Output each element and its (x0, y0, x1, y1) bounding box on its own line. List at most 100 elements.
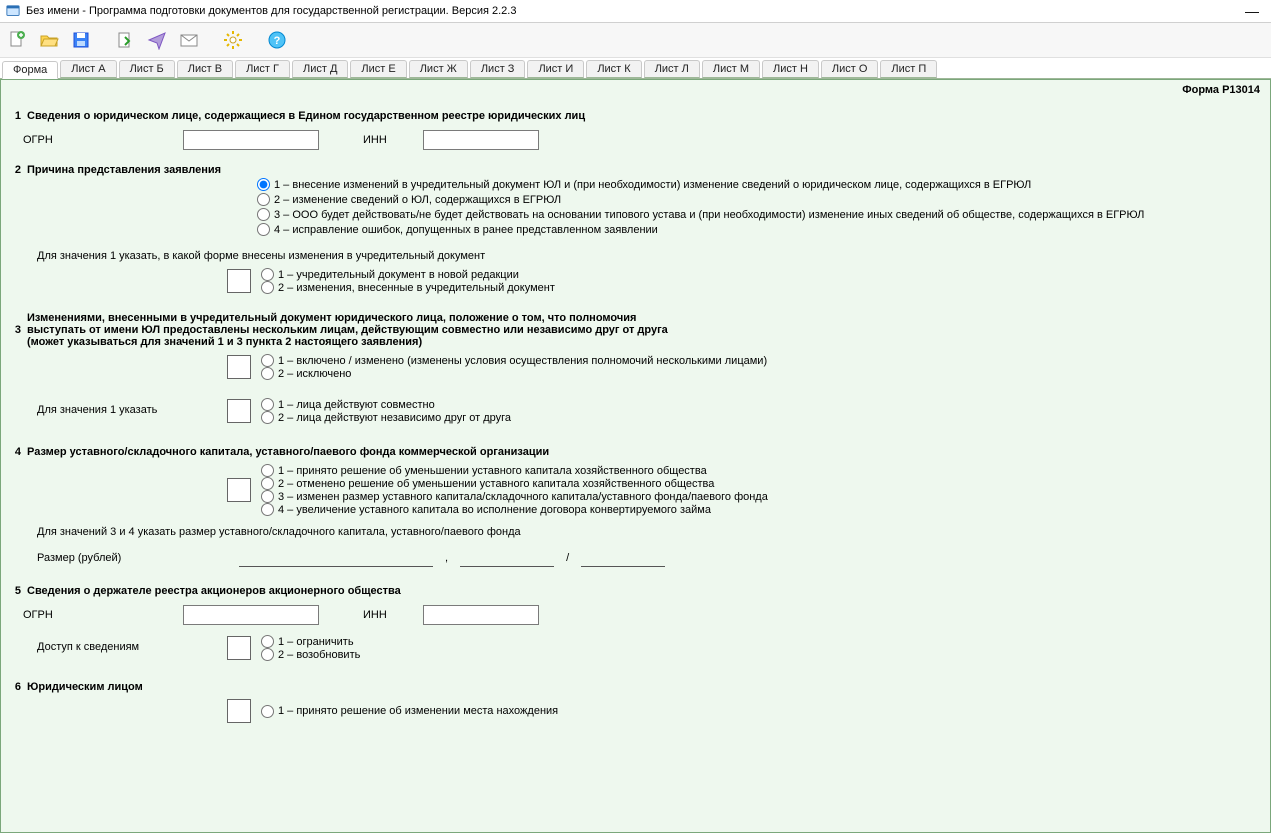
section-3b-box[interactable] (227, 399, 251, 423)
section-4-subnote: Для значений 3 и 4 указать размер уставн… (37, 526, 1264, 538)
section-2-number: 2 (7, 164, 21, 176)
s6-label-1: 1 – принято решение об изменении места н… (278, 705, 558, 717)
s3b-radio-2[interactable] (261, 411, 274, 424)
tab-14[interactable]: Лист О (821, 60, 879, 78)
s2-radio-2[interactable] (257, 193, 270, 206)
new-doc-button[interactable] (4, 27, 30, 53)
section-3-preline: Изменениями, внесенными в учредительный … (27, 312, 1264, 324)
tab-11[interactable]: Лист Л (644, 60, 700, 78)
tab-15[interactable]: Лист П (880, 60, 937, 78)
s4-label-1: 1 – принято решение об уменьшении уставн… (278, 465, 707, 477)
s2-label-2: 2 – изменение сведений о ЮЛ, содержащихс… (274, 194, 561, 206)
s5-ogrn-label: ОГРН (23, 609, 183, 621)
window-minimize-button[interactable]: — (1239, 6, 1265, 16)
s3a-radio-1[interactable] (261, 354, 274, 367)
window-title: Без имени - Программа подготовки докумен… (26, 5, 1233, 17)
s2sub-radio-1[interactable] (261, 268, 274, 281)
s2-label-1: 1 – внесение изменений в учредительный д… (274, 179, 1031, 191)
tab-7[interactable]: Лист Ж (409, 60, 468, 78)
help-button[interactable]: ? (264, 27, 290, 53)
s5acc-radio-1[interactable] (261, 635, 274, 648)
s5-access-label: Доступ к сведениям (37, 635, 227, 653)
amount-slash: / (566, 552, 569, 564)
s2sub-radio-2[interactable] (261, 281, 274, 294)
toolbar: ? (0, 23, 1271, 58)
s3b-radio-1[interactable] (261, 398, 274, 411)
s2-radio-1[interactable] (257, 178, 270, 191)
section-2-title: Причина представления заявления (27, 164, 221, 176)
amount-int-input[interactable] (239, 548, 433, 567)
export-button[interactable] (112, 27, 138, 53)
section-6-box[interactable] (227, 699, 251, 723)
inn-label: ИНН (363, 134, 423, 146)
section-3-postline: (может указываться для значений 1 и 3 пу… (27, 336, 1264, 348)
s3a-label-2: 2 – исключено (278, 368, 351, 380)
s5-inn-label: ИНН (363, 609, 423, 621)
tab-4[interactable]: Лист Г (235, 60, 290, 78)
s5acc-radio-2[interactable] (261, 648, 274, 661)
section-4-box[interactable] (227, 478, 251, 502)
s4-label-4: 4 – увеличение уставного капитала во исп… (278, 504, 711, 516)
s3b-label-1: 1 – лица действуют совместно (278, 399, 435, 411)
section-1-number: 1 (7, 110, 21, 122)
tab-12[interactable]: Лист М (702, 60, 760, 78)
section-5-number: 5 (7, 585, 21, 597)
s4-radio-2[interactable] (261, 477, 274, 490)
section-2-subnote: Для значения 1 указать, в какой форме вн… (37, 250, 1264, 262)
settings-button[interactable] (220, 27, 246, 53)
s3a-radio-2[interactable] (261, 367, 274, 380)
amount-denom-input[interactable] (581, 548, 665, 567)
tab-5[interactable]: Лист Д (292, 60, 348, 78)
s5acc-label-2: 2 – возобновить (278, 649, 360, 661)
ogrn-input[interactable] (183, 130, 319, 150)
s2-label-3: 3 – ООО будет действовать/не будет дейст… (274, 209, 1144, 221)
tab-6[interactable]: Лист Е (350, 60, 406, 78)
s2-radio-3[interactable] (257, 208, 270, 221)
tab-10[interactable]: Лист К (586, 60, 641, 78)
s5-access-box[interactable] (227, 636, 251, 660)
s4-radio-1[interactable] (261, 464, 274, 477)
tab-13[interactable]: Лист Н (762, 60, 819, 78)
s6-radio-1[interactable] (261, 705, 274, 718)
s2sub-label-1: 1 – учредительный документ в новой редак… (278, 269, 519, 281)
s3b-label-2: 2 – лица действуют независимо друг от др… (278, 412, 511, 424)
save-button[interactable] (68, 27, 94, 53)
s5acc-label-1: 1 – ограничить (278, 636, 354, 648)
tab-2[interactable]: Лист Б (119, 60, 175, 78)
form-page: 1 Сведения о юридическом лице, содержащи… (0, 96, 1271, 833)
tab-0[interactable]: Форма (2, 61, 58, 79)
tab-3[interactable]: Лист В (177, 60, 233, 78)
form-code-label: Форма Р13014 (0, 79, 1271, 96)
ogrn-label: ОГРН (23, 134, 183, 146)
section-3a-box[interactable] (227, 355, 251, 379)
s2sub-label-2: 2 – изменения, внесенные в учредительный… (278, 282, 555, 294)
s5-inn-input[interactable] (423, 605, 539, 625)
amount-separator: , (445, 552, 448, 564)
tab-9[interactable]: Лист И (527, 60, 584, 78)
tab-bar: ФормаЛист АЛист БЛист ВЛист ГЛист ДЛист … (0, 58, 1271, 79)
section-3b-lead: Для значения 1 указать (37, 398, 227, 416)
s3a-label-1: 1 – включено / изменено (изменены услови… (278, 355, 767, 367)
s4-label-2: 2 – отменено решение об уменьшении устав… (278, 478, 714, 490)
s4-radio-3[interactable] (261, 490, 274, 503)
mail-button[interactable] (176, 27, 202, 53)
s5-ogrn-input[interactable] (183, 605, 319, 625)
section-5-title: Сведения о держателе реестра акционеров … (27, 585, 401, 597)
open-button[interactable] (36, 27, 62, 53)
section-2-sub-box[interactable] (227, 269, 251, 293)
s4-radio-4[interactable] (261, 503, 274, 516)
s4-label-3: 3 – изменен размер уставного капитала/ск… (278, 491, 768, 503)
amount-label: Размер (рублей) (37, 552, 227, 564)
inn-input[interactable] (423, 130, 539, 150)
tab-1[interactable]: Лист А (60, 60, 116, 78)
section-3-title: выступать от имени ЮЛ предоставлены неск… (27, 324, 668, 336)
amount-dec-input[interactable] (460, 548, 554, 567)
svg-text:?: ? (274, 35, 281, 47)
s2-radio-4[interactable] (257, 223, 270, 236)
section-3-number: 3 (7, 324, 21, 336)
app-icon (6, 4, 20, 18)
send-button[interactable] (144, 27, 170, 53)
section-6-title: Юридическим лицом (27, 681, 143, 693)
tab-8[interactable]: Лист З (470, 60, 526, 78)
s2-label-4: 4 – исправление ошибок, допущенных в ран… (274, 224, 658, 236)
